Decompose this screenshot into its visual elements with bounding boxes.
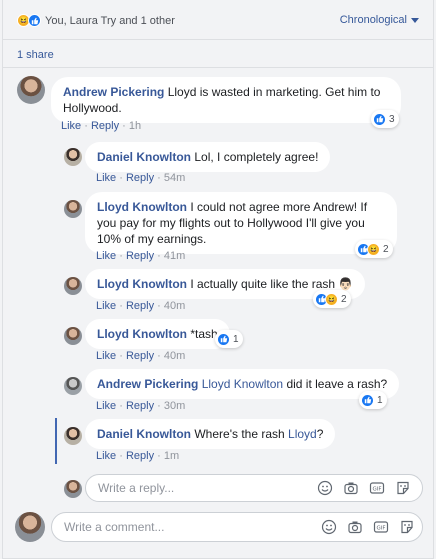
comment-tools: GIF xyxy=(321,519,415,535)
emoji-icon[interactable] xyxy=(317,480,333,496)
reaction-count: 2 xyxy=(383,243,389,255)
new-reply-indicator xyxy=(55,418,57,464)
camera-icon[interactable] xyxy=(347,519,363,535)
comment-reactions[interactable]: 1 xyxy=(359,391,387,409)
comment-author[interactable]: Andrew Pickering xyxy=(97,377,198,391)
mention-link[interactable]: Lloyd xyxy=(288,427,317,441)
comment-actions: Like · Reply · 1m xyxy=(96,450,180,462)
comment-bubble: Daniel Knowlton Lol, I completely agree! xyxy=(85,142,331,172)
divider xyxy=(3,67,433,68)
comment-placeholder: Write a comment... xyxy=(64,520,165,534)
avatar[interactable] xyxy=(64,200,82,218)
reply-link[interactable]: Reply xyxy=(126,350,154,362)
comment-time[interactable]: 30m xyxy=(164,400,185,412)
comment-text: I actually quite like the rash 👨🏻 xyxy=(190,277,354,291)
like-link[interactable]: Like xyxy=(96,450,116,462)
gif-icon[interactable]: GIF xyxy=(369,480,385,496)
comment-actions: Like · Reply · 40m xyxy=(96,300,186,312)
sticker-icon[interactable] xyxy=(399,519,415,535)
avatar[interactable] xyxy=(64,277,82,295)
shares-link[interactable]: 1 share xyxy=(17,49,54,61)
reaction-count: 1 xyxy=(233,333,239,345)
reaction-count: 3 xyxy=(389,113,395,125)
haha-icon: 😆 xyxy=(325,292,338,306)
avatar[interactable] xyxy=(64,327,82,345)
gif-icon[interactable]: GIF xyxy=(373,519,389,535)
emoji-icon[interactable] xyxy=(321,519,337,535)
comment-actions: Like · Reply · 40m xyxy=(96,350,186,362)
svg-text:GIF: GIF xyxy=(376,526,385,532)
avatar[interactable] xyxy=(64,427,82,445)
like-link[interactable]: Like xyxy=(96,300,116,312)
like-link[interactable]: Like xyxy=(96,172,116,184)
comment-reactions[interactable]: 3 xyxy=(371,110,399,128)
reply-link[interactable]: Reply xyxy=(126,250,154,262)
svg-text:GIF: GIF xyxy=(372,487,381,493)
comment-author[interactable]: Lloyd Knowlton xyxy=(97,200,187,214)
comment-time[interactable]: 40m xyxy=(164,350,185,362)
comments-panel: 😆 You, Laura Try and 1 other Chronologic… xyxy=(2,0,434,559)
comment-author[interactable]: Lloyd Knowlton xyxy=(97,277,187,291)
like-link[interactable]: Like xyxy=(96,400,116,412)
comment-text: Lol, I completely agree! xyxy=(194,150,319,164)
sort-label: Chronological xyxy=(339,14,407,26)
reply-link[interactable]: Reply xyxy=(91,120,119,132)
avatar[interactable] xyxy=(17,76,45,104)
haha-icon: 😆 xyxy=(367,242,380,256)
avatar[interactable] xyxy=(64,377,82,395)
reply-link[interactable]: Reply xyxy=(126,172,154,184)
comment-time[interactable]: 40m xyxy=(164,300,185,312)
comment-author[interactable]: Daniel Knowlton xyxy=(97,427,191,441)
comment-time[interactable]: 1m xyxy=(164,450,179,462)
like-icon xyxy=(373,112,386,126)
chevron-down-icon xyxy=(411,17,419,23)
comment-bubble: Daniel Knowlton Where's the rash Lloyd? xyxy=(85,419,336,449)
comment-author[interactable]: Andrew Pickering xyxy=(63,85,164,99)
comment-actions: Like · Reply · 54m xyxy=(96,172,186,184)
comment-text: did it leave a rash? xyxy=(286,377,388,391)
reaction-count: 2 xyxy=(341,293,347,305)
avatar[interactable] xyxy=(64,148,82,166)
reply-link[interactable]: Reply xyxy=(126,450,154,462)
comment-bubble: Andrew Pickering Lloyd is wasted in mark… xyxy=(51,77,401,123)
like-link[interactable]: Like xyxy=(96,250,116,262)
comment-reactions[interactable]: 1 xyxy=(215,330,243,348)
comment-time[interactable]: 1h xyxy=(129,120,141,132)
comment-text: *tash xyxy=(190,327,218,341)
comment-reactions[interactable]: 😆 2 xyxy=(355,240,393,258)
reaction-summary-text[interactable]: You, Laura Try and 1 other xyxy=(45,15,175,27)
comment-bubble: Lloyd Knowlton I could not agree more An… xyxy=(85,192,397,254)
reactions-bar: 😆 You, Laura Try and 1 other Chronologic… xyxy=(3,0,433,40)
reply-link[interactable]: Reply xyxy=(126,400,154,412)
reaction-summary[interactable]: 😆 You, Laura Try and 1 other xyxy=(17,14,175,27)
like-link[interactable]: Like xyxy=(96,350,116,362)
comment-bubble: Andrew Pickering Lloyd Knowlton did it l… xyxy=(85,369,400,399)
mention-link[interactable]: Lloyd Knowlton xyxy=(202,377,283,391)
comment-actions: Like · Reply · 41m xyxy=(96,250,186,262)
comment-time[interactable]: 41m xyxy=(164,250,185,262)
comment-author[interactable]: Lloyd Knowlton xyxy=(97,327,187,341)
comment-bubble: Lloyd Knowlton *tash xyxy=(85,319,230,349)
comment-author[interactable]: Daniel Knowlton xyxy=(97,150,191,164)
comment-reactions[interactable]: 😆 2 xyxy=(313,290,351,308)
comment-actions: Like · Reply · 30m xyxy=(96,400,186,412)
like-link[interactable]: Like xyxy=(61,120,81,132)
reaction-count: 1 xyxy=(377,394,383,406)
comment-actions: Like · Reply · 1h xyxy=(61,120,142,132)
avatar xyxy=(15,512,45,542)
comment-time[interactable]: 54m xyxy=(164,172,185,184)
like-icon xyxy=(217,332,230,346)
sort-dropdown[interactable]: Chronological xyxy=(340,14,419,26)
comment-text-suffix: ? xyxy=(316,427,324,441)
sticker-icon[interactable] xyxy=(395,480,411,496)
reply-link[interactable]: Reply xyxy=(126,300,154,312)
reply-placeholder: Write a reply... xyxy=(98,481,175,495)
like-icon xyxy=(361,393,374,407)
avatar xyxy=(64,480,82,498)
camera-icon[interactable] xyxy=(343,480,359,496)
comment-text: Where's the rash xyxy=(194,427,285,441)
like-icon xyxy=(28,14,41,27)
reply-tools: GIF xyxy=(317,480,411,496)
